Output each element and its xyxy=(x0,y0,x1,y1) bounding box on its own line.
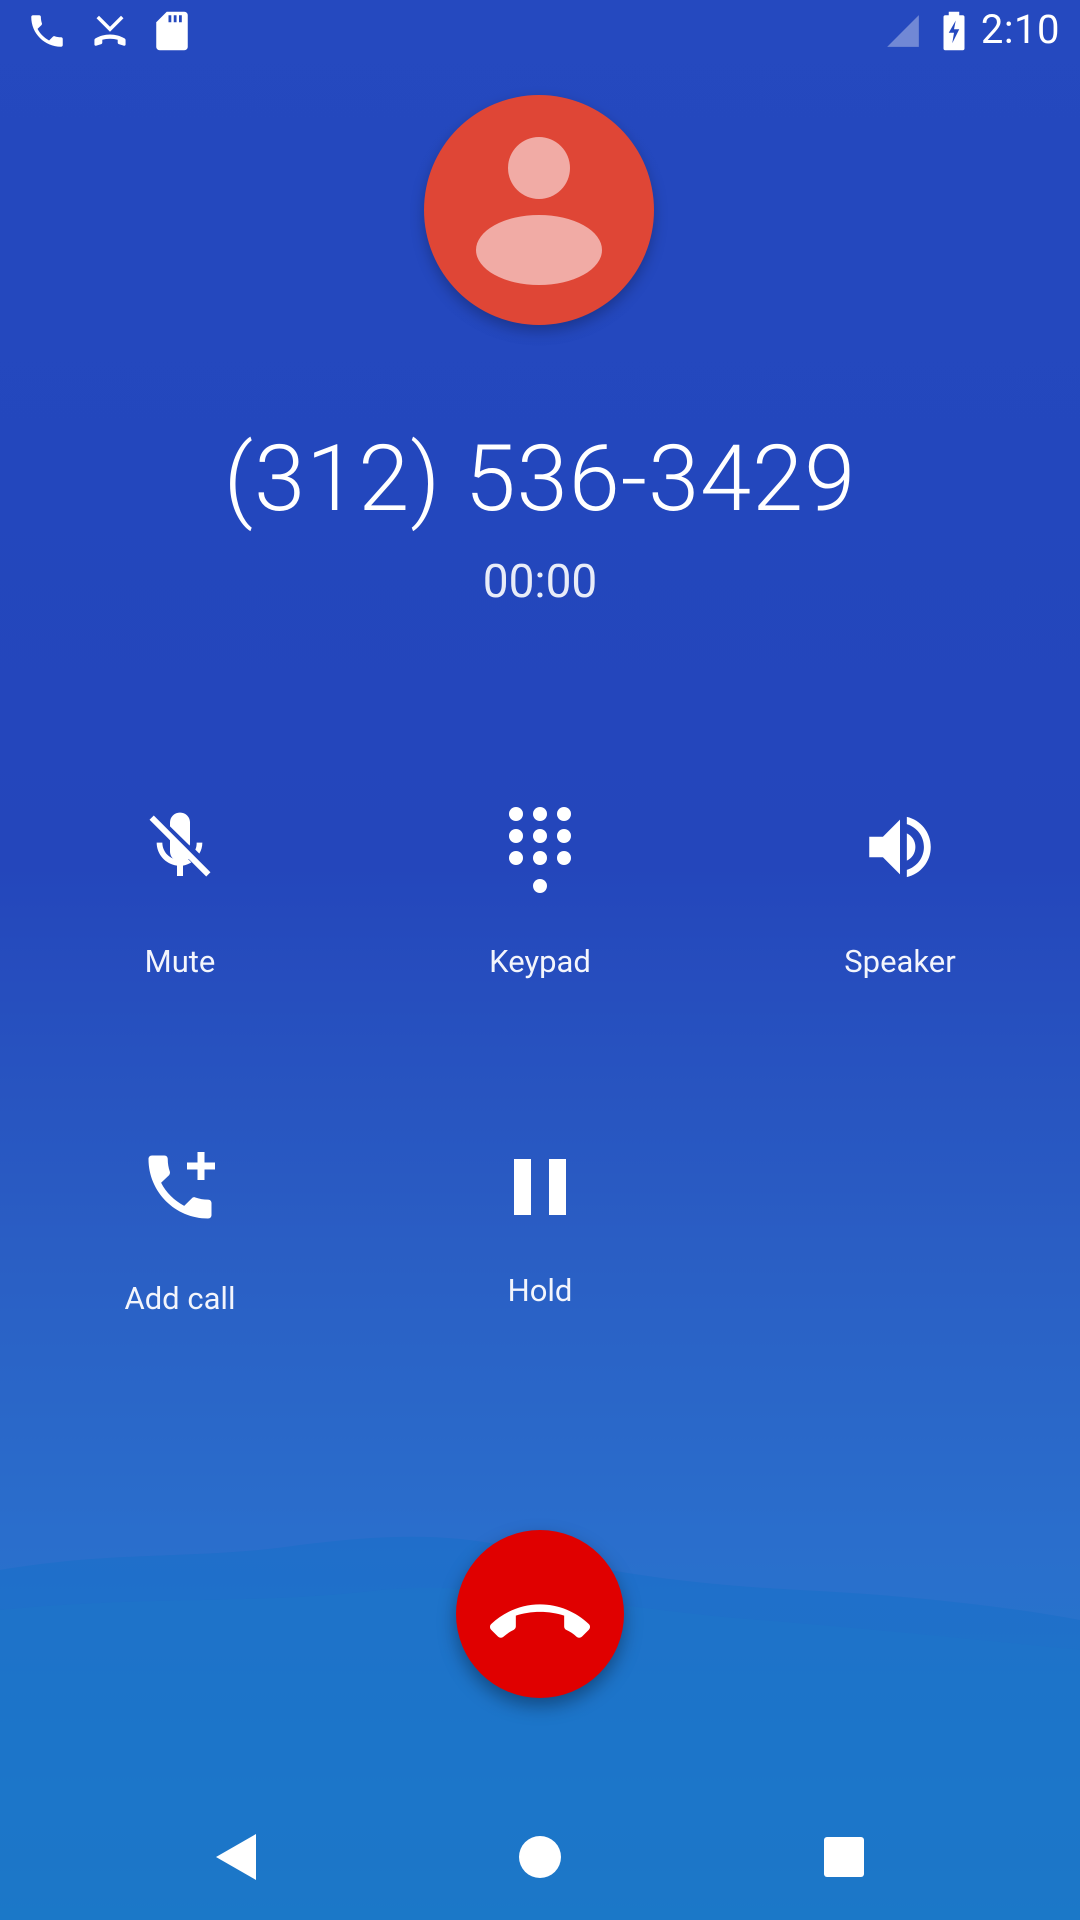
signal-icon xyxy=(884,12,922,54)
dialpad-icon xyxy=(509,807,571,893)
contact-avatar xyxy=(424,95,654,325)
mute-button[interactable]: Mute xyxy=(30,806,330,982)
speaker-label: Speaker xyxy=(844,943,956,980)
battery-charging-icon xyxy=(940,10,968,56)
keypad-button[interactable]: Keypad xyxy=(390,806,690,982)
call-end-icon xyxy=(490,1604,590,1638)
add-call-label: Add call xyxy=(124,1280,236,1317)
hold-label: Hold xyxy=(507,1272,573,1309)
home-icon[interactable] xyxy=(518,1835,562,1883)
sd-card-icon xyxy=(154,10,190,56)
add-call-icon xyxy=(148,1152,215,1219)
mute-label: Mute xyxy=(144,943,216,980)
keypad-label: Keypad xyxy=(489,943,591,980)
missed-call-icon xyxy=(88,10,132,56)
navigation-bar xyxy=(0,1800,1080,1920)
call-timer: 00:00 xyxy=(482,555,598,609)
status-bar: 2:10 xyxy=(0,0,1080,64)
add-call-button[interactable]: Add call xyxy=(30,1145,330,1319)
status-time: 2:10 xyxy=(980,6,1060,53)
phone-number: (312) 536-3429 xyxy=(223,426,857,533)
pause-icon xyxy=(514,1159,566,1215)
speaker-button[interactable]: Speaker xyxy=(750,806,1050,982)
person-icon xyxy=(476,137,602,285)
end-call-button[interactable] xyxy=(456,1530,624,1698)
mic-off-icon xyxy=(149,812,211,877)
hold-button[interactable]: Hold xyxy=(390,1155,690,1311)
phone-icon xyxy=(26,10,68,56)
volume-up-icon xyxy=(869,816,931,878)
recents-icon[interactable] xyxy=(824,1837,864,1881)
back-icon[interactable] xyxy=(212,1832,260,1886)
